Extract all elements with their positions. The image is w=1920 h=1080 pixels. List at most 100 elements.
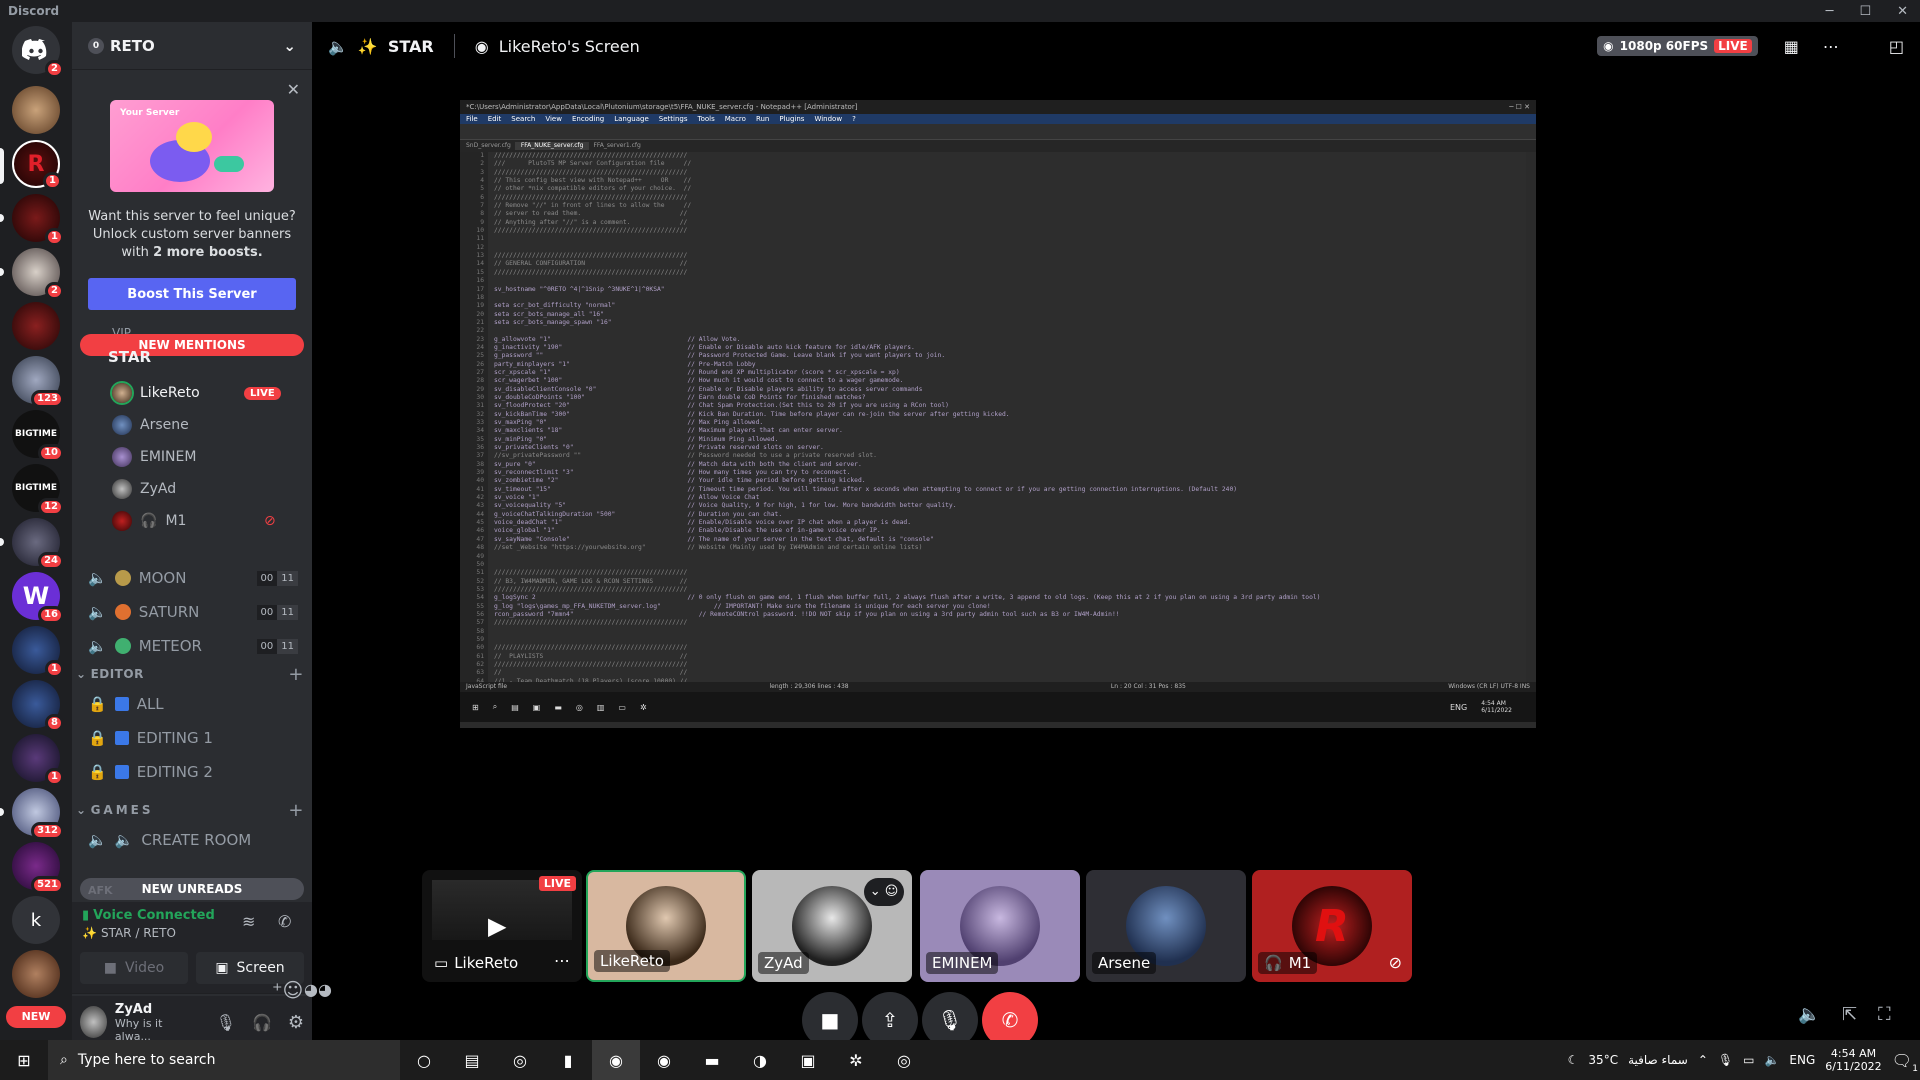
voice-user-arsene[interactable]: Arsene xyxy=(112,412,189,438)
disconnect-icon[interactable]: ✆ xyxy=(278,912,291,931)
stream-preview-tile[interactable]: LIVE ▶ ▭ LikeReto ⋯ xyxy=(422,870,582,982)
voice-user-eminem[interactable]: EMINEM xyxy=(112,444,196,470)
server-icon[interactable]: 123 xyxy=(12,356,64,408)
office-taskbar-icon[interactable]: ▮ xyxy=(544,1040,592,1080)
voice-channel-moon[interactable]: 🔈 MOON 00 11 xyxy=(80,562,304,594)
volume-icon[interactable]: 🔈 xyxy=(1764,1053,1779,1067)
cortana-button[interactable]: ○ xyxy=(400,1040,448,1080)
code-line: ////////////////////////////////////////… xyxy=(494,268,688,276)
dm-avatar[interactable]: k xyxy=(12,896,60,944)
spotify-taskbar-icon[interactable]: ◉ xyxy=(640,1040,688,1080)
server-icon[interactable]: 521 xyxy=(12,842,64,894)
voice-channel-saturn[interactable]: 🔈 SATURN 00 11 xyxy=(80,596,304,628)
microphone-icon[interactable]: 🎙 xyxy=(1718,1053,1733,1067)
server-icon[interactable]: 24 xyxy=(0,518,64,570)
channel-editing-1[interactable]: 🔒 EDITING 1 xyxy=(80,724,304,752)
server-icon[interactable]: 8 xyxy=(12,680,64,732)
voice-channel-path[interactable]: STAR / RETO xyxy=(101,926,176,940)
participant-tile-likereto[interactable]: LikeReto xyxy=(586,870,746,982)
server-header[interactable]: 0 RETO ⌄ xyxy=(72,22,312,70)
speaker-icon: 🔈 xyxy=(88,603,107,621)
category-editor[interactable]: ⌄ EDITOR + xyxy=(76,664,304,685)
shared-screen[interactable]: *C:\Users\Administrator\AppData\Local\Pl… xyxy=(460,100,1536,728)
taskbar-search[interactable]: ⌕ Type here to search xyxy=(48,1040,400,1080)
avatar[interactable] xyxy=(80,1006,107,1038)
signal-icon[interactable]: ▮ xyxy=(82,908,89,923)
server-icon-bigtime[interactable]: BIGTIME 10 xyxy=(12,410,64,462)
participant-tile-eminem[interactable]: EMINEM xyxy=(920,870,1080,982)
more-options-icon[interactable]: ⋯ xyxy=(554,951,570,970)
channel-editing-2[interactable]: 🔒 EDITING 2 xyxy=(80,758,304,786)
sparkle-icon: ✨ xyxy=(82,926,97,940)
tray-arrow-icon[interactable]: ⌃ xyxy=(1698,1053,1708,1067)
server-icon[interactable]: 2 xyxy=(0,248,64,300)
voice-user-likereto[interactable]: LikeReto LIVE xyxy=(112,380,281,406)
participant-tile-zyad[interactable]: ZyAd ⌄ ☺ xyxy=(752,870,912,982)
close-icon[interactable]: ✕ xyxy=(287,80,300,99)
new-unreads-pill[interactable]: NEW xyxy=(6,1006,66,1028)
add-friend-icon[interactable]: ⁺☺ xyxy=(272,978,303,1002)
start-button[interactable]: ⊞ xyxy=(0,1040,48,1080)
explorer-taskbar-icon[interactable]: ▬ xyxy=(688,1040,736,1080)
screen-share-icon: ⇪ xyxy=(881,1008,899,1032)
notepad-icon: ▥ xyxy=(596,702,605,712)
new-unreads-pill[interactable]: NEW UNREADS xyxy=(80,878,304,900)
channel-all[interactable]: 🔒 ALL xyxy=(80,690,304,718)
discord-taskbar-icon[interactable]: ◉ xyxy=(592,1040,640,1080)
fullscreen-icon[interactable]: ⛶ xyxy=(1878,1004,1891,1025)
participant-tile-arsene[interactable]: Arsene xyxy=(1086,870,1246,982)
code-line: g_voiceChatTalkingDuration "500" // Dura… xyxy=(494,510,783,518)
home-button[interactable]: 2 xyxy=(12,26,64,78)
server-icon[interactable]: 1 xyxy=(12,626,64,678)
chrome-taskbar-icon[interactable]: ◎ xyxy=(880,1040,928,1080)
clock[interactable]: 4:54 AM 6/11/2022 xyxy=(1825,1047,1881,1073)
add-channel-icon[interactable]: + xyxy=(288,664,304,685)
activities-icon[interactable]: ◕◕ xyxy=(304,980,332,999)
participant-tile-m1[interactable]: R 🎧 M1 ⊘ xyxy=(1252,870,1412,982)
network-icon[interactable]: ▭ xyxy=(1743,1053,1754,1067)
next-taskbar-icon[interactable]: ▣ xyxy=(784,1040,832,1080)
server-icon[interactable]: 1 xyxy=(12,734,64,786)
voice-channel-meteor[interactable]: 🔈 METEOR 00 11 xyxy=(80,630,304,662)
server-icon-reto[interactable]: R 1 xyxy=(0,140,62,190)
task-view-button[interactable]: ▤ xyxy=(448,1040,496,1080)
popout-icon[interactable]: ◰ xyxy=(1889,37,1904,56)
noise-suppression-icon[interactable]: ≋ xyxy=(242,912,255,931)
minimize-button[interactable]: ─ xyxy=(1826,4,1834,19)
server-icon[interactable] xyxy=(12,86,60,134)
headphones-icon[interactable]: 🎧 xyxy=(252,1013,272,1032)
notification-button[interactable]: 🗨 1 xyxy=(1892,1051,1918,1074)
category-games[interactable]: ⌄ GAMES + xyxy=(76,800,304,821)
server-icon[interactable]: 312 xyxy=(0,788,64,840)
more-options-icon[interactable]: ⋯ xyxy=(1823,37,1839,56)
popout-icon[interactable]: ⇱ xyxy=(1842,1004,1857,1025)
close-window-button[interactable]: ✕ xyxy=(1897,4,1908,19)
tile-name: Arsene xyxy=(1092,952,1157,974)
server-icon[interactable] xyxy=(12,302,60,350)
server-name: RETO xyxy=(110,36,155,55)
voice-channel-star[interactable]: STAR xyxy=(108,348,151,366)
menu-item: Edit xyxy=(487,115,502,123)
afk-category-partial[interactable]: AFK xyxy=(88,884,113,897)
app-taskbar-icon[interactable]: ◑ xyxy=(736,1040,784,1080)
chrome-taskbar-icon[interactable]: ◎ xyxy=(496,1040,544,1080)
voice-channel-create-room[interactable]: 🔈 🔈 CREATE ROOM xyxy=(80,824,304,856)
server-icon[interactable] xyxy=(12,950,60,998)
server-icon[interactable]: W 16 xyxy=(12,572,64,624)
add-channel-icon[interactable]: + xyxy=(288,800,304,821)
server-icon[interactable]: 1 xyxy=(0,194,64,246)
gear-icon[interactable]: ⚙ xyxy=(288,1012,304,1033)
voice-user-zyad[interactable]: ZyAd xyxy=(112,476,176,502)
volume-icon[interactable]: 🔈 xyxy=(1798,1004,1820,1025)
boost-server-button[interactable]: Boost This Server xyxy=(88,278,296,310)
maximize-button[interactable]: ☐ xyxy=(1859,4,1871,19)
grid-layout-icon[interactable]: ▦ xyxy=(1784,37,1799,56)
weather-temp[interactable]: 35°C xyxy=(1588,1053,1618,1067)
microphone-icon[interactable]: 🎙 xyxy=(216,1013,236,1032)
server-icon-bigtime[interactable]: BIGTIME 12 xyxy=(12,464,64,516)
video-button[interactable]: ■ Video xyxy=(80,952,188,984)
add-people-icon[interactable]: ⌄ ☺ xyxy=(864,878,904,906)
app-taskbar-icon[interactable]: ✲ xyxy=(832,1040,880,1080)
keyboard-language[interactable]: ENG xyxy=(1789,1053,1815,1067)
voice-user-m1[interactable]: 🎧 M1 ⊘ xyxy=(112,508,276,534)
